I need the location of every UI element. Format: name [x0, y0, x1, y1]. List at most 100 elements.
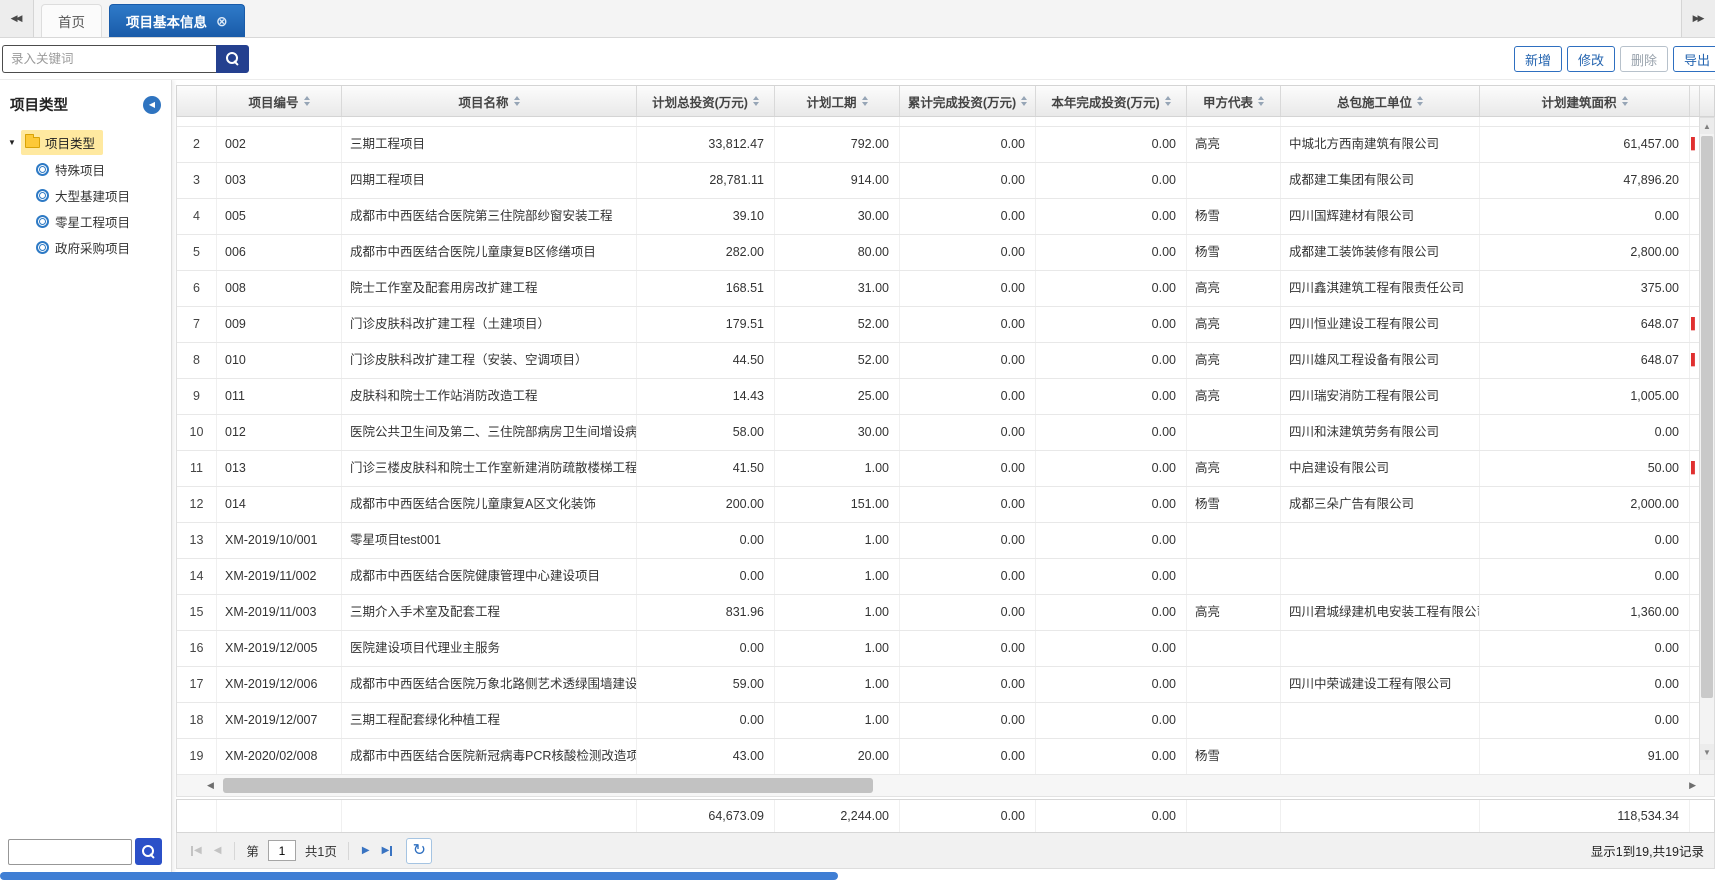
keyword-search-button[interactable] — [216, 45, 249, 73]
action-button[interactable]: 删除 — [1620, 46, 1668, 72]
tab-scroll-left-button[interactable]: ◀◀ — [0, 0, 34, 37]
tab-home[interactable]: 首页 — [41, 4, 102, 37]
cell-planned-investment: 44.50 — [637, 343, 775, 378]
horizontal-scrollbar-thumb[interactable] — [223, 778, 873, 793]
scroll-right-arrow-icon[interactable]: ▶ — [1689, 775, 1696, 796]
table-row[interactable]: 13 XM-2019/10/001 零星项目test001 0.00 1.00 … — [177, 523, 1699, 559]
tab-project-info[interactable]: 项目基本信息 ⊗ — [109, 4, 245, 37]
table-row[interactable]: 14 XM-2019/11/002 成都市中西医结合医院健康管理中心建设项目 0… — [177, 559, 1699, 595]
cell-planned-duration: 60.00 — [775, 117, 900, 126]
vertical-scrollbar[interactable]: ▲ ▼ — [1699, 117, 1715, 775]
tree-root-selected-node[interactable]: 项目类型 — [21, 130, 103, 155]
cell-project-name: 三期介入手术室及配套工程 — [342, 595, 637, 630]
row-number: 19 — [177, 739, 217, 774]
cell-owner-rep: 高亮 — [1187, 127, 1281, 162]
cell-planned-duration: 25.00 — [775, 379, 900, 414]
table-row[interactable]: 1 001 住院部改扩建附属基础工程 118.00 60.00 0.00 0.0… — [177, 117, 1699, 127]
cell-year-investment: 0.00 — [1036, 631, 1187, 666]
vertical-scrollbar-thumb[interactable] — [1701, 136, 1713, 698]
col-header-project-name[interactable]: 项目名称 — [342, 86, 637, 116]
table-row[interactable]: 5 006 成都市中西医结合医院儿童康复B区修缮项目 282.00 80.00 … — [177, 235, 1699, 271]
refresh-button[interactable]: ↻ — [406, 838, 432, 864]
cell-contractor: 四川恒业建设工程有限公司 — [1281, 307, 1480, 342]
cell-project-name: 门诊皮肤科改扩建工程（安装、空调项目） — [342, 343, 637, 378]
summary-cumulative-investment: 0.00 — [900, 800, 1036, 832]
action-button[interactable]: 新增 — [1514, 46, 1562, 72]
table-row[interactable]: 18 XM-2019/12/007 三期工程配套绿化种植工程 0.00 1.00… — [177, 703, 1699, 739]
table-row[interactable]: 7 009 门诊皮肤科改扩建工程（土建项目） 179.51 52.00 0.00… — [177, 307, 1699, 343]
scroll-left-arrow-icon[interactable]: ◀ — [207, 775, 214, 796]
cell-project-name: 医院公共卫生间及第二、三住院部病房卫生间增设病人蹲位 — [342, 415, 637, 450]
sidebar-search-button[interactable] — [135, 838, 162, 865]
table-row[interactable]: 11 013 门诊三楼皮肤科和院士工作室新建消防疏散楼梯工程 41.50 1.0… — [177, 451, 1699, 487]
tree-item[interactable]: 大型基建项目 — [6, 182, 165, 208]
last-page-button[interactable]: ▶ — [378, 839, 397, 863]
keyword-search-input[interactable] — [2, 45, 216, 73]
cell-cumulative-investment: 0.00 — [900, 523, 1036, 558]
table-row[interactable]: 15 XM-2019/11/003 三期介入手术室及配套工程 831.96 1.… — [177, 595, 1699, 631]
sidebar-filter-input[interactable] — [8, 839, 132, 865]
col-header-project-id[interactable]: 项目编号 — [217, 86, 342, 116]
table-row[interactable]: 19 XM-2020/02/008 成都市中西医结合医院新冠病毒PCR核酸检测改… — [177, 739, 1699, 775]
col-header-planned-duration[interactable]: 计划工期 — [775, 86, 900, 116]
table-row[interactable]: 4 005 成都市中西医结合医院第三住院部纱窗安装工程 39.10 30.00 … — [177, 199, 1699, 235]
cell-planned-investment: 39.10 — [637, 199, 775, 234]
tree-root-project-type[interactable]: ▼ 项目类型 — [6, 129, 165, 156]
summary-filler — [1690, 800, 1714, 832]
cell-cumulative-investment: 0.00 — [900, 199, 1036, 234]
table-row[interactable]: 3 003 四期工程项目 28,781.11 914.00 0.00 0.00 … — [177, 163, 1699, 199]
summary-year-investment: 0.00 — [1036, 800, 1187, 832]
cell-planned-area: 204.00 — [1480, 117, 1690, 126]
col-label: 累计完成投资(万元) — [908, 92, 1016, 111]
page-horizontal-scrollbar-thumb[interactable] — [0, 872, 838, 880]
tree-expand-icon[interactable]: ▼ — [6, 138, 18, 147]
clipped-column-red-fragment — [1690, 631, 1699, 666]
cell-planned-area: 47,896.20 — [1480, 163, 1690, 198]
cell-cumulative-investment: 0.00 — [900, 127, 1036, 162]
double-left-arrow-icon: ◀◀ — [11, 13, 21, 24]
cell-owner-rep — [1187, 703, 1281, 738]
table-row[interactable]: 9 011 皮肤科和院士工作站消防改造工程 14.43 25.00 0.00 0… — [177, 379, 1699, 415]
page-number-input[interactable] — [268, 840, 296, 861]
horizontal-scrollbar[interactable]: ◀ ▶ — [176, 775, 1715, 797]
close-tab-icon[interactable]: ⊗ — [216, 14, 228, 28]
col-header-cumulative-investment[interactable]: 累计完成投资(万元) — [900, 86, 1036, 116]
cell-owner-rep — [1187, 415, 1281, 450]
col-header-planned-investment[interactable]: 计划总投资(万元) — [637, 86, 775, 116]
table-row[interactable]: 12 014 成都市中西医结合医院儿童康复A区文化装饰 200.00 151.0… — [177, 487, 1699, 523]
cell-project-name: 成都市中西医结合医院儿童康复B区修缮项目 — [342, 235, 637, 270]
sidebar-title: 项目类型 — [10, 94, 68, 115]
table-row[interactable]: 2 002 三期工程项目 33,812.47 792.00 0.00 0.00 … — [177, 127, 1699, 163]
tree-item[interactable]: 特殊项目 — [6, 156, 165, 182]
cell-planned-duration: 52.00 — [775, 307, 900, 342]
action-button[interactable]: 导出 — [1673, 46, 1715, 72]
col-header-owner-rep[interactable]: 甲方代表 — [1187, 86, 1281, 116]
first-page-button[interactable]: ◀ — [187, 839, 206, 863]
next-page-button[interactable]: ▶ — [358, 839, 374, 863]
action-button[interactable]: 修改 — [1567, 46, 1615, 72]
cell-planned-investment: 200.00 — [637, 487, 775, 522]
cell-contractor: 四川瑞安消防工程有限公司 — [1281, 379, 1480, 414]
table-row[interactable]: 16 XM-2019/12/005 医院建设项目代理业主服务 0.00 1.00… — [177, 631, 1699, 667]
cell-cumulative-investment: 0.00 — [900, 379, 1036, 414]
tree-item[interactable]: 零星工程项目 — [6, 208, 165, 234]
sidebar-collapse-button[interactable]: ◀ — [143, 96, 161, 114]
cell-project-name: 成都市中西医结合医院儿童康复A区文化装饰 — [342, 487, 637, 522]
col-header-planned-area[interactable]: 计划建筑面积 — [1480, 86, 1690, 116]
col-header-year-investment[interactable]: 本年完成投资(万元) — [1036, 86, 1187, 116]
refresh-icon: ↻ — [413, 843, 426, 859]
cell-project-name: 成都市中西医结合医院万象北路侧艺术透绿围墙建设项目 — [342, 667, 637, 702]
scroll-down-arrow-icon[interactable]: ▼ — [1700, 744, 1714, 760]
cell-owner-rep: 高亮 — [1187, 307, 1281, 342]
table-row[interactable]: 10 012 医院公共卫生间及第二、三住院部病房卫生间增设病人蹲位 58.00 … — [177, 415, 1699, 451]
col-header-contractor[interactable]: 总包施工单位 — [1281, 86, 1480, 116]
prev-page-button[interactable]: ◀ — [210, 839, 226, 863]
tab-scroll-right-button[interactable]: ▶▶ — [1681, 0, 1715, 37]
table-row[interactable]: 17 XM-2019/12/006 成都市中西医结合医院万象北路侧艺术透绿围墙建… — [177, 667, 1699, 703]
cell-planned-duration: 31.00 — [775, 271, 900, 306]
scroll-up-arrow-icon[interactable]: ▲ — [1700, 118, 1714, 134]
tree-item[interactable]: 政府采购项目 — [6, 234, 165, 260]
table-row[interactable]: 6 008 院士工作室及配套用房改扩建工程 168.51 31.00 0.00 … — [177, 271, 1699, 307]
table-row[interactable]: 8 010 门诊皮肤科改扩建工程（安装、空调项目） 44.50 52.00 0.… — [177, 343, 1699, 379]
cell-contractor: 四川中荣诚建设工程有限公司 — [1281, 667, 1480, 702]
